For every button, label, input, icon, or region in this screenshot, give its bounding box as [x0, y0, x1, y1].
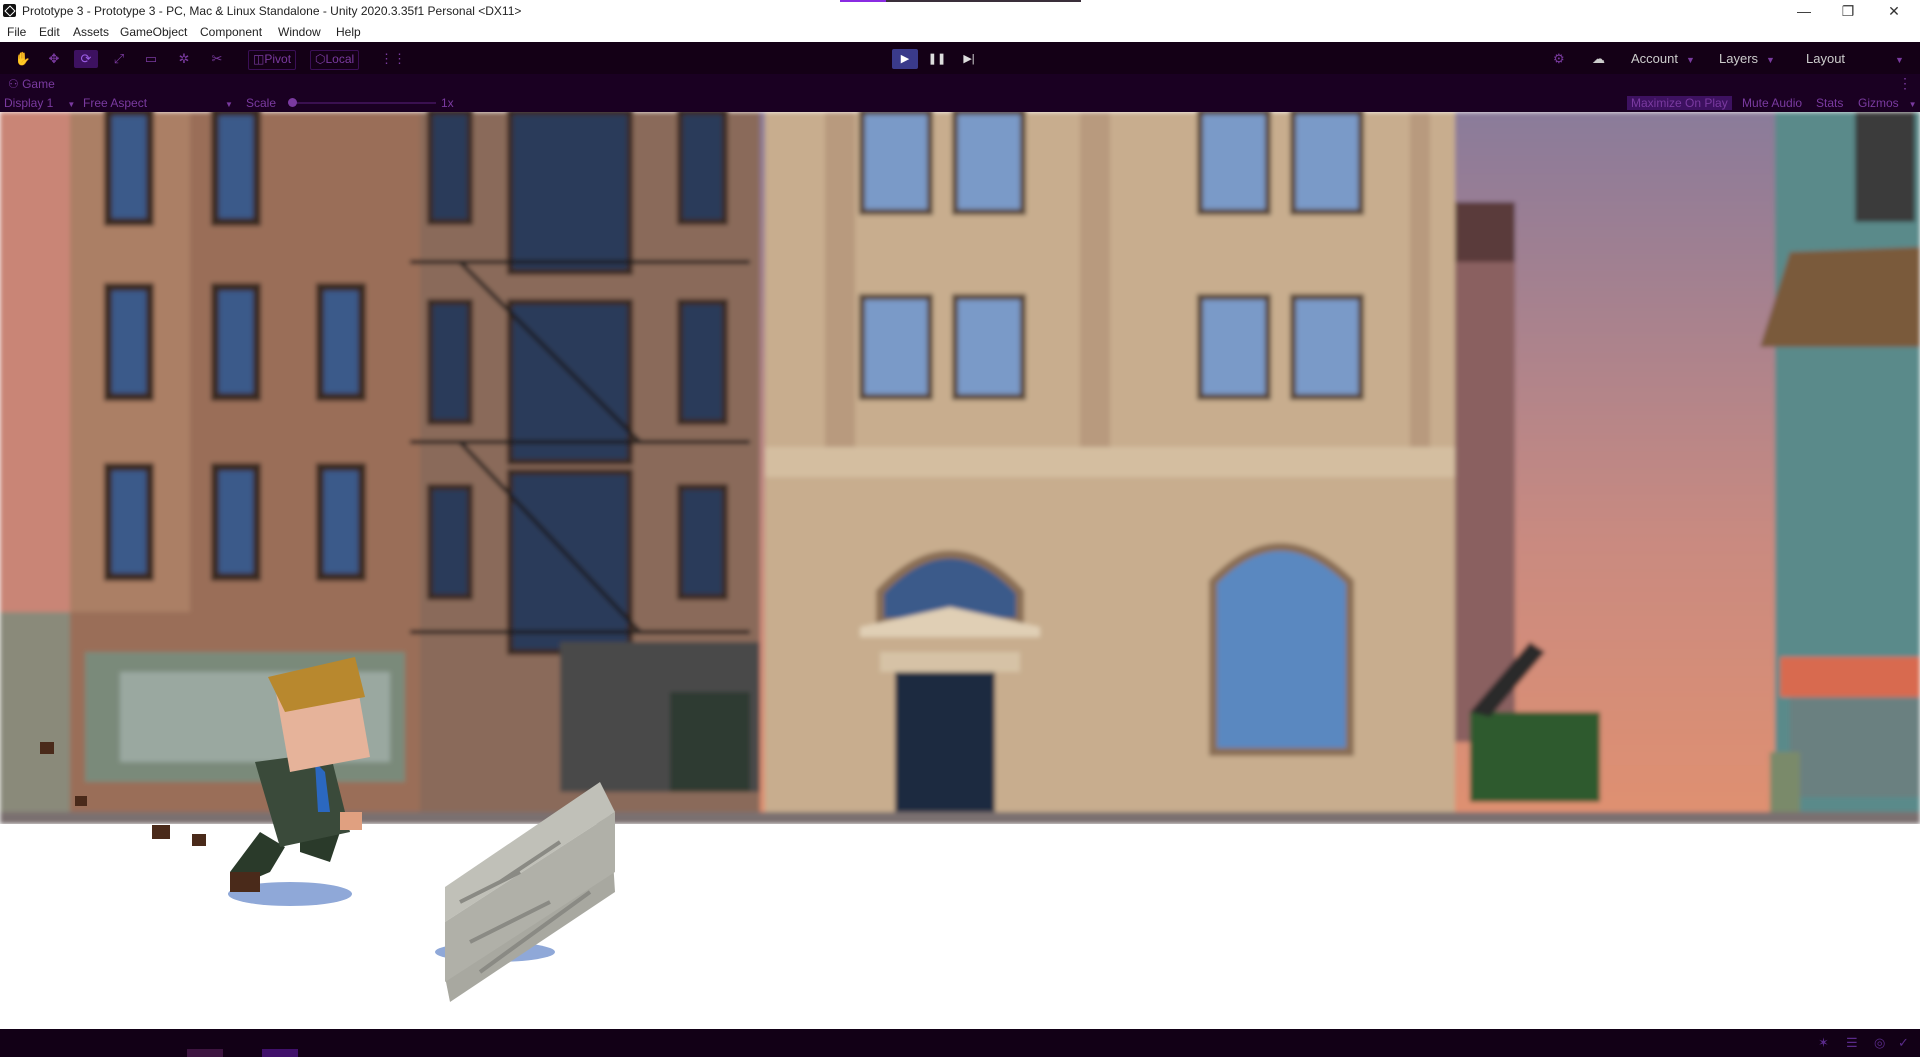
scale-slider[interactable] — [288, 98, 436, 107]
maximize-on-play-toggle[interactable]: Maximize On Play — [1627, 96, 1732, 110]
step-button[interactable]: ▶| — [956, 49, 982, 69]
menu-file[interactable]: File — [7, 25, 26, 39]
window-title: Prototype 3 - Prototype 3 - PC, Mac & Li… — [22, 4, 522, 18]
game-options-bar: Display 1 ▼ Free Aspect ▼ Scale 1x Maximiz… — [0, 94, 1920, 112]
display-caret-icon: ▼ — [67, 100, 76, 109]
pivot-icon: ◫ — [253, 52, 265, 66]
local-label: Local — [325, 52, 355, 66]
game-tab-bar: ⚇ Game ⋮ — [0, 74, 1920, 94]
cache-icon[interactable]: ☰ — [1846, 1035, 1858, 1051]
game-viewport[interactable] — [0, 112, 1920, 1029]
menu-assets[interactable]: Assets — [73, 25, 109, 39]
layers-dropdown[interactable]: Layers ▼ — [1719, 49, 1775, 69]
transform-tool-icon[interactable]: ✲ — [172, 50, 196, 68]
layout-label: Layout — [1806, 51, 1846, 66]
layers-caret-icon: ▼ — [1766, 55, 1775, 65]
scale-value: 1x — [441, 96, 454, 110]
pause-button[interactable]: ❚❚ — [924, 49, 950, 69]
hand-tool-icon[interactable]: ✋ — [11, 50, 35, 68]
gamepad-icon: ⚇ — [8, 77, 23, 91]
play-button[interactable]: ▶ — [892, 49, 918, 69]
ground-plane — [0, 824, 1920, 1029]
tab-game[interactable]: ⚇ Game — [8, 77, 55, 91]
status-tab-2 — [262, 1049, 298, 1057]
local-icon: ⬡ — [315, 52, 326, 66]
sync-icon[interactable]: ✓ — [1898, 1035, 1909, 1051]
local-toggle[interactable]: ⬡Local — [310, 50, 360, 70]
layers-label: Layers — [1719, 51, 1759, 66]
account-label: Account — [1631, 51, 1678, 66]
account-caret-icon: ▼ — [1685, 55, 1695, 65]
menu-gameobject[interactable]: GameObject — [120, 25, 187, 39]
progress-bar — [840, 0, 1081, 2]
display-label: Display 1 — [4, 96, 54, 110]
title-bar: Prototype 3 - Prototype 3 - PC, Mac & Li… — [0, 0, 1920, 22]
kebab-menu-icon[interactable]: ⋮ — [1898, 75, 1912, 92]
gizmos-label: Gizmos — [1858, 96, 1899, 110]
gizmos-dropdown[interactable]: Gizmos ▼ — [1858, 96, 1917, 110]
account-dropdown[interactable]: Account ▼ — [1631, 49, 1695, 69]
rotate-tool-icon[interactable]: ⟳ — [74, 50, 98, 68]
game-scene — [0, 112, 1920, 1029]
lighting-icon[interactable]: ◎ — [1874, 1035, 1885, 1051]
bug-icon[interactable]: ✶ — [1818, 1035, 1829, 1051]
aspect-caret-icon: ▼ — [225, 100, 233, 109]
menu-window[interactable]: Window — [278, 25, 321, 39]
scale-label: Scale — [246, 96, 277, 110]
gizmos-caret-icon: ▼ — [1908, 100, 1917, 109]
scale-tool-icon[interactable]: ⤢ — [107, 50, 131, 68]
stats-toggle[interactable]: Stats — [1816, 96, 1843, 110]
restore-button[interactable]: ❐ — [1828, 2, 1868, 20]
main-toolbar: ✋ ✥ ⟳ ⤢ ▭ ✲ ✂ ◫Pivot ⬡Local ⋮⋮ ▶ ❚❚ ▶| ⚙… — [0, 42, 1920, 74]
collab-icon[interactable]: ⚙ — [1553, 49, 1565, 69]
close-button[interactable]: ✕ — [1874, 2, 1914, 20]
mute-audio-toggle[interactable]: Mute Audio — [1742, 96, 1802, 110]
pivot-toggle[interactable]: ◫Pivot — [248, 50, 297, 70]
status-tab-1 — [187, 1049, 223, 1057]
menu-bar: File Edit Assets GameObject Component Wi… — [0, 22, 1920, 42]
tab-game-label: Game — [22, 77, 55, 91]
menu-edit[interactable]: Edit — [39, 25, 60, 39]
move-tool-icon[interactable]: ✥ — [42, 50, 66, 68]
menu-component[interactable]: Component — [200, 25, 262, 39]
aspect-label: Free Aspect — [83, 96, 148, 110]
status-bar: ✶ ☰ ◎ ✓ — [0, 1029, 1920, 1057]
pivot-label: Pivot — [264, 52, 292, 66]
scale-slider-handle[interactable] — [288, 98, 297, 107]
display-dropdown[interactable]: Display 1 ▼ — [4, 96, 75, 110]
layout-dropdown[interactable]: Layout ▼ — [1806, 49, 1904, 69]
menu-help[interactable]: Help — [336, 25, 361, 39]
unity-logo-icon — [3, 4, 16, 17]
rect-tool-icon[interactable]: ▭ — [139, 50, 163, 68]
cloud-icon[interactable]: ☁ — [1592, 49, 1605, 69]
progress-fill — [840, 0, 886, 2]
minimize-button[interactable]: — — [1784, 2, 1824, 20]
custom-tool-icon[interactable]: ✂ — [205, 50, 229, 68]
layout-caret-icon: ▼ — [1895, 55, 1904, 65]
grid-snap-icon[interactable]: ⋮⋮ — [380, 50, 406, 68]
aspect-dropdown[interactable]: Free Aspect ▼ — [83, 96, 233, 110]
